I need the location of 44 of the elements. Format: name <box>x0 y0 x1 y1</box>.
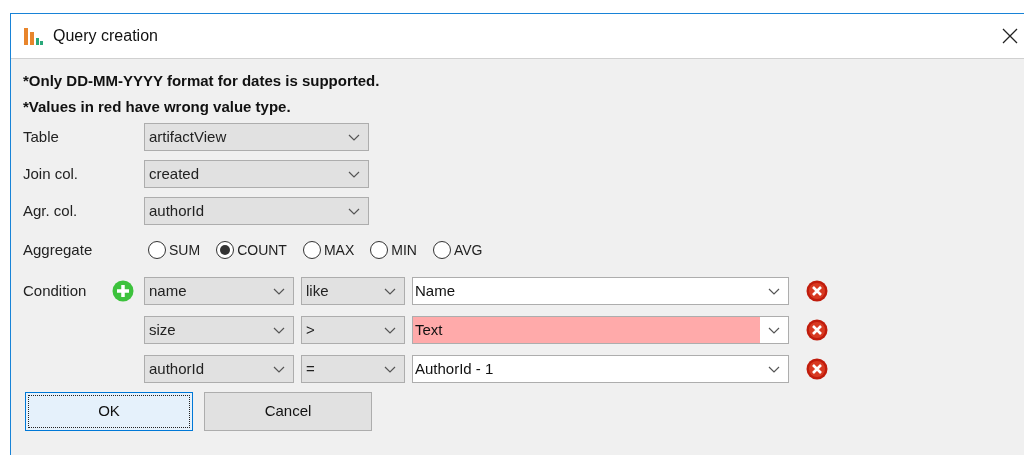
field-label: Join col. <box>23 163 80 184</box>
chevron-down-icon <box>384 365 396 373</box>
chevron-down-icon <box>768 326 780 334</box>
delete-icon[interactable] <box>806 358 828 380</box>
chevron-down-icon <box>768 287 780 295</box>
dialog-button[interactable]: Cancel <box>204 392 372 431</box>
radio-option[interactable]: COUNT <box>216 239 287 261</box>
operator-dropdown[interactable]: > <box>301 316 405 344</box>
delete-icon[interactable] <box>806 319 828 341</box>
chevron-down-icon <box>348 170 360 178</box>
chevron-down-icon <box>348 207 360 215</box>
radio-option[interactable]: SUM <box>148 239 201 261</box>
chevron-down-icon <box>384 287 396 295</box>
note-text: *Values in red have wrong value type. <box>23 97 292 117</box>
note-text: *Only DD-MM-YYYY format for dates is supported. <box>23 71 381 91</box>
window-title: Query creation <box>53 26 158 46</box>
radio-option[interactable]: MIN <box>370 239 417 261</box>
column-dropdown[interactable]: size <box>144 316 294 344</box>
chevron-down-icon <box>273 326 285 334</box>
chevron-down-icon <box>273 365 285 373</box>
column-dropdown[interactable]: name <box>144 277 294 305</box>
operator-dropdown[interactable]: like <box>301 277 405 305</box>
field-label: Table <box>23 126 60 147</box>
close-icon[interactable] <box>1002 28 1018 44</box>
radio-option[interactable]: MAX <box>302 239 355 261</box>
radio-option[interactable]: AVG <box>432 239 483 261</box>
dropdown[interactable]: created <box>144 160 369 188</box>
field-label: Aggregate <box>23 239 94 260</box>
field-label: Agr. col. <box>23 200 79 221</box>
value-field[interactable]: Name <box>412 277 789 305</box>
value-field[interactable]: Text <box>412 316 789 344</box>
column-dropdown[interactable]: authorId <box>144 355 294 383</box>
field-label: Condition <box>23 280 87 301</box>
bar-chart-icon <box>23 27 43 45</box>
chevron-down-icon <box>768 365 780 373</box>
chevron-down-icon <box>273 287 285 295</box>
dropdown[interactable]: authorId <box>144 197 369 225</box>
chevron-down-icon <box>348 133 360 141</box>
delete-icon[interactable] <box>806 280 828 302</box>
chevron-down-icon <box>384 326 396 334</box>
dialog-button[interactable]: OK <box>25 392 193 431</box>
operator-dropdown[interactable]: = <box>301 355 405 383</box>
dropdown[interactable]: artifactView <box>144 123 369 151</box>
value-field[interactable]: AuthorId - 1 <box>412 355 789 383</box>
